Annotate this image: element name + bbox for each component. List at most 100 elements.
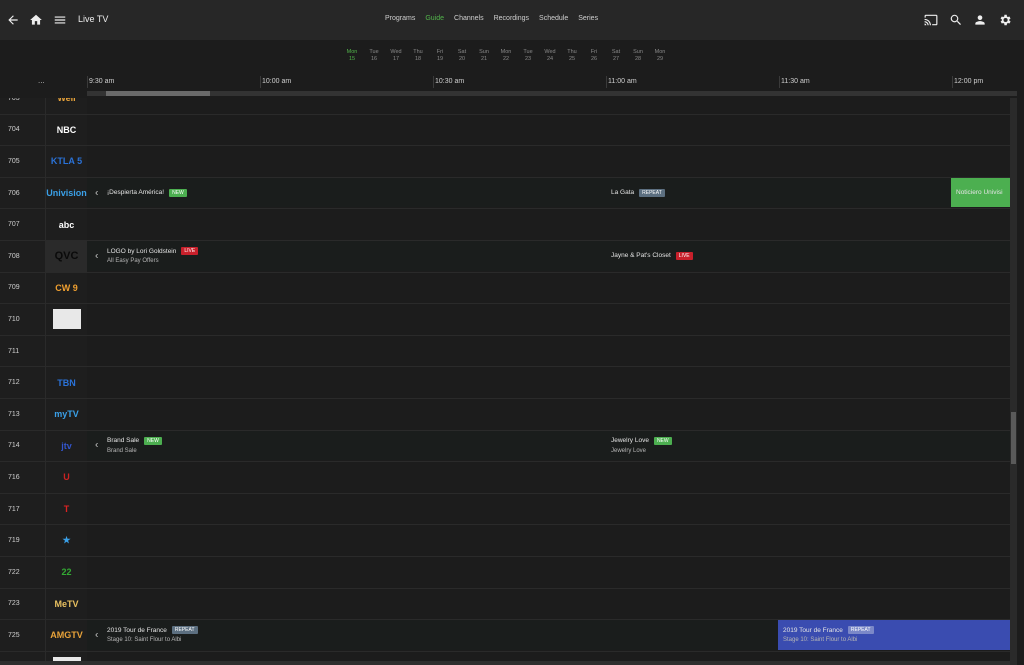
date-10[interactable]: Thu 25 xyxy=(561,49,583,63)
program-title-row: Noticiero Univisi xyxy=(956,189,1010,196)
channel-number[interactable]: 709 xyxy=(0,272,45,304)
program-title-row: Jewelry Love NEW xyxy=(611,436,1010,445)
program-title-row: 2019 Tour de France REPEAT xyxy=(107,626,778,635)
date-num: 25 xyxy=(568,56,576,62)
channel-logo[interactable]: Univision xyxy=(45,177,87,209)
channel-logo[interactable]: U xyxy=(45,462,87,493)
program-subtitle: All Easy Pay Offers xyxy=(107,258,159,265)
channel-number[interactable]: 717 xyxy=(0,493,45,525)
date-3[interactable]: Thu 18 xyxy=(407,49,429,63)
channel-logo-text: 22 xyxy=(61,567,72,578)
channel-logo[interactable]: QVC xyxy=(45,241,87,272)
date-9[interactable]: Wed 24 xyxy=(539,49,561,63)
channel-logo[interactable]: MeTV xyxy=(45,588,87,620)
channel-number[interactable]: 703 xyxy=(0,98,45,114)
program-cell[interactable]: 2019 Tour de France REPEAT Stage 10: Saint… xyxy=(778,620,1010,650)
channel-logo[interactable]: myTV xyxy=(45,399,87,430)
date-selector: Mon 15 Tue 16 Wed 17 Thu 18 Fri 19 Sat 20 Sun 21 Mon 22… xyxy=(0,40,1024,70)
channel-number[interactable]: 713 xyxy=(0,399,45,430)
user-icon[interactable] xyxy=(972,12,988,28)
channel-number[interactable]: 707 xyxy=(0,209,45,240)
date-7[interactable]: Mon 22 xyxy=(495,49,517,63)
tab-recordings[interactable]: Recordings xyxy=(494,15,529,22)
program-cell[interactable]: ‹ Brand Sale NEW Brand Sale xyxy=(87,430,606,461)
channel-number[interactable]: 722 xyxy=(0,557,45,588)
channel-logo-text: jtv xyxy=(61,440,72,451)
channel-number[interactable]: 710 xyxy=(0,304,45,335)
channel-number[interactable]: 711 xyxy=(0,335,45,367)
program-cell[interactable]: ‹ 2019 Tour de France REPEAT Stage 10: Sain… xyxy=(87,620,778,650)
channel-logo[interactable]: CW 9 xyxy=(45,272,87,304)
channel-row: 709 CW 9 xyxy=(0,271,1010,304)
time-tick xyxy=(606,76,607,88)
vertical-scrollbar[interactable] xyxy=(1010,98,1017,665)
channel-row: 703 Well xyxy=(0,98,1010,114)
channel-logo[interactable]: abc xyxy=(45,209,87,240)
date-day: Thu xyxy=(567,49,577,55)
date-6[interactable]: Sun 21 xyxy=(473,49,495,63)
channel-row: 705 KTLA 5 xyxy=(0,145,1010,177)
tab-schedule[interactable]: Schedule xyxy=(539,15,568,22)
date-0[interactable]: Mon 15 xyxy=(341,49,363,63)
channel-number[interactable]: 708 xyxy=(0,241,45,272)
channel-number[interactable]: 725 xyxy=(0,620,45,651)
date-13[interactable]: Sun 28 xyxy=(627,49,649,63)
date-day: Sun xyxy=(633,49,643,55)
channel-logo[interactable]: TBN xyxy=(45,367,87,398)
channel-number[interactable]: 704 xyxy=(0,114,45,146)
tab-programs[interactable]: Programs xyxy=(385,15,415,22)
channel-number[interactable]: 719 xyxy=(0,525,45,556)
vertical-scroll-thumb[interactable] xyxy=(1011,412,1016,464)
date-5[interactable]: Sat 20 xyxy=(451,49,473,63)
program-subtitle: Stage 10: Saint Flour to Albi xyxy=(783,637,858,644)
date-11[interactable]: Fri 26 xyxy=(583,49,605,63)
program-cell[interactable]: Noticiero Univisi xyxy=(951,177,1010,208)
channel-number[interactable]: 723 xyxy=(0,588,45,620)
date-4[interactable]: Fri 19 xyxy=(429,49,451,63)
date-num: 17 xyxy=(392,56,400,62)
home-icon[interactable] xyxy=(28,12,44,28)
program-cell[interactable]: ‹ LOGO by Lori Goldstein LIVE All Easy Pay … xyxy=(87,241,606,271)
program-cell[interactable]: Jewelry Love NEW Jewelry Love xyxy=(606,430,1010,461)
channel-row: 710 xyxy=(0,303,1010,335)
channel-number[interactable]: 705 xyxy=(0,146,45,177)
program-cell[interactable]: Jayne & Pat's Closet LIVE xyxy=(606,241,1010,271)
program-title-row: La Gata REPEAT xyxy=(611,188,951,197)
tab-channels[interactable]: Channels xyxy=(454,15,484,22)
program-cell[interactable]: La Gata REPEAT xyxy=(606,177,951,208)
channel-number[interactable]: 716 xyxy=(0,462,45,493)
cast-icon[interactable] xyxy=(923,12,939,28)
date-1[interactable]: Tue 16 xyxy=(363,49,385,63)
program-cell[interactable]: ‹ ¡Despierta América! NEW xyxy=(87,177,606,208)
tab-guide[interactable]: Guide xyxy=(425,15,444,22)
channel-number[interactable]: 706 xyxy=(0,177,45,209)
channel-logo[interactable]: KTLA 5 xyxy=(45,146,87,177)
date-14[interactable]: Mon 29 xyxy=(649,49,671,63)
date-2[interactable]: Wed 17 xyxy=(385,49,407,63)
channel-logo[interactable]: jtv xyxy=(45,430,87,462)
channel-logo[interactable]: Well xyxy=(45,98,87,114)
tab-series[interactable]: Series xyxy=(578,15,598,22)
horizontal-scroll-thumb[interactable] xyxy=(106,91,210,96)
channel-logo[interactable]: T xyxy=(45,493,87,525)
horizontal-scrollbar[interactable] xyxy=(87,91,1017,96)
channel-logo[interactable] xyxy=(45,304,87,335)
settings-icon[interactable] xyxy=(997,12,1013,28)
channel-logo[interactable]: ★ xyxy=(45,525,87,556)
date-day: Fri xyxy=(590,49,598,55)
channel-logo[interactable]: 22 xyxy=(45,557,87,588)
date-num: 16 xyxy=(370,56,378,62)
date-12[interactable]: Sat 27 xyxy=(605,49,627,63)
channel-row: 707 abc xyxy=(0,208,1010,240)
channel-logo[interactable] xyxy=(45,335,87,367)
back-arrow-icon[interactable] xyxy=(5,12,21,28)
channel-logo[interactable]: NBC xyxy=(45,114,87,146)
date-8[interactable]: Tue 23 xyxy=(517,49,539,63)
program-title: La Gata xyxy=(611,189,635,197)
channel-number[interactable]: 714 xyxy=(0,430,45,462)
menu-icon[interactable] xyxy=(52,12,68,28)
channel-logo[interactable]: AMGTV xyxy=(45,620,87,651)
channel-number[interactable]: 712 xyxy=(0,367,45,398)
more-options[interactable]: ... xyxy=(38,76,45,85)
search-icon[interactable] xyxy=(948,12,964,28)
